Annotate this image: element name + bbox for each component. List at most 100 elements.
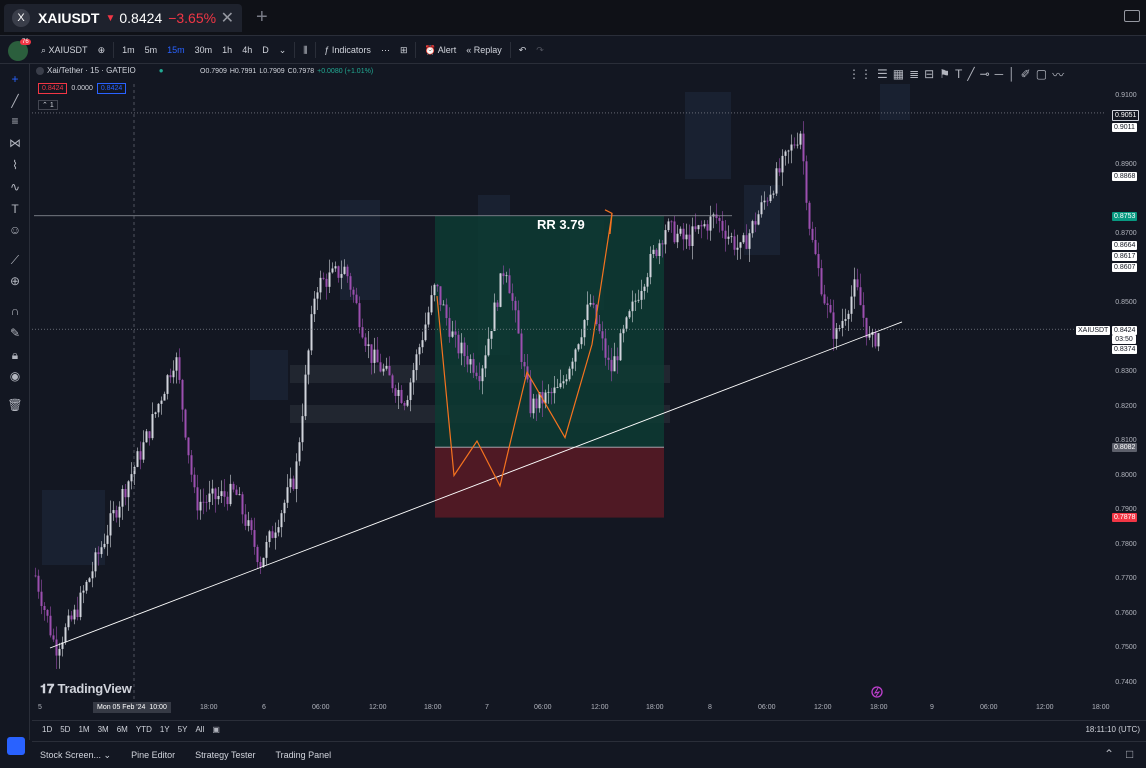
candle-body — [841, 320, 844, 328]
new-tab-icon[interactable]: + — [256, 6, 268, 29]
templates-icon[interactable]: ⋯ — [376, 45, 395, 56]
close-tab-icon[interactable]: ✕ — [221, 8, 234, 28]
range-3m[interactable]: 3M — [98, 725, 109, 734]
range-1d[interactable]: 1D — [42, 725, 52, 734]
interval-5m[interactable]: 5m — [140, 45, 163, 55]
screen-icon[interactable] — [1124, 10, 1140, 22]
range-ytd[interactable]: YTD — [136, 725, 152, 734]
symbol-tab[interactable]: X XAIUSDT ▼ 0.8424 −3.65% ✕ — [4, 4, 242, 32]
trend-line-icon[interactable]: ╱ — [7, 94, 23, 108]
tv-logo-icon: 𝟏𝟕 — [40, 681, 58, 696]
fib-icon[interactable]: ≡ — [7, 114, 23, 128]
object-tree-button[interactable] — [7, 737, 25, 755]
range-5y[interactable]: 5Y — [178, 725, 188, 734]
alert-button[interactable]: ⏰ Alert — [419, 45, 461, 56]
interval-4h[interactable]: 4h — [237, 45, 257, 55]
price-tick-label: 0.9100 — [1115, 92, 1137, 99]
down-arrow-icon: ▼ — [105, 12, 116, 24]
horizontal-lines-icon[interactable]: ☰ — [877, 67, 888, 81]
candle-body — [850, 296, 853, 314]
tab-strategy-tester[interactable]: Strategy Tester — [195, 750, 255, 760]
candle-body — [817, 254, 820, 269]
candle-body — [769, 194, 772, 202]
clock[interactable]: 18:11:10 (UTC) — [1085, 725, 1140, 734]
candle-body — [40, 591, 43, 607]
maximize-icon[interactable]: □ — [1126, 747, 1133, 761]
undo-icon[interactable]: ↶ — [514, 45, 532, 56]
price-tick-label: 0.8000 — [1115, 471, 1137, 479]
tab-stock-screener[interactable]: Stock Screen... ⌄ — [40, 750, 111, 761]
time-axis[interactable]: 5 18:00 6 06:00 12:00 18:00 7 06:00 12:00 18:00 8 0… — [32, 700, 1110, 718]
candle-body — [445, 304, 448, 319]
candle-body — [574, 349, 577, 362]
range-1y[interactable]: 1Y — [160, 725, 170, 734]
list-icon[interactable]: ≣ — [909, 67, 919, 81]
rr-annotation[interactable]: RR 3.79 — [537, 217, 585, 232]
candle-body — [211, 488, 214, 494]
interval-1m[interactable]: 1m — [117, 45, 140, 55]
redo-icon[interactable]: ↷ — [531, 45, 549, 56]
horizontal-line-icon[interactable]: ─ — [995, 67, 1004, 81]
rectangle-icon[interactable]: ▢ — [1036, 67, 1047, 81]
interval-1h[interactable]: 1h — [217, 45, 237, 55]
layout-icon[interactable]: ⊞ — [395, 45, 413, 56]
magnet-icon[interactable]: ∩ — [7, 304, 23, 318]
levels-icon[interactable]: ⊟ — [924, 67, 934, 81]
tab-trading-panel[interactable]: Trading Panel — [275, 750, 331, 760]
trash-icon[interactable]: 🗑︎ — [7, 398, 23, 412]
long-position-tool[interactable] — [435, 215, 664, 518]
pencil-lock-icon[interactable]: ✎ — [7, 326, 23, 340]
interval-d[interactable]: D — [257, 45, 274, 55]
zoom-icon[interactable]: ⊕ — [7, 274, 23, 288]
candle-body — [154, 412, 157, 415]
candles-icon[interactable]: ⫼ — [298, 45, 312, 56]
lightning-icon[interactable] — [871, 686, 883, 698]
chevron-down-icon[interactable]: ⌄ — [274, 45, 292, 56]
indicators-button[interactable]: ƒ Indicators — [319, 45, 376, 55]
candle-body — [547, 391, 550, 393]
candle-body — [670, 221, 673, 223]
line-tool-icon[interactable]: ╱ — [967, 67, 974, 81]
flag-icon[interactable]: ⚑ — [939, 67, 950, 81]
candle-body — [268, 531, 271, 542]
path-icon[interactable]: 〰 — [1052, 66, 1064, 83]
crosshair-icon[interactable]: + — [7, 72, 23, 86]
price-tag: 0.8617 — [1112, 252, 1138, 261]
candle-body — [478, 376, 481, 382]
pattern-icon[interactable]: ⋈ — [7, 136, 23, 150]
text-tool-icon[interactable]: T — [955, 67, 962, 81]
range-6m[interactable]: 6M — [117, 725, 128, 734]
candle-body — [94, 552, 97, 572]
range-all[interactable]: All — [195, 725, 204, 734]
horizontal-ray-icon[interactable]: ⊸ — [980, 67, 990, 81]
text-icon[interactable]: T — [7, 202, 23, 216]
lock-icon[interactable]: 🔒︎ — [7, 348, 23, 362]
candle-body — [658, 243, 661, 257]
interval-30m[interactable]: 30m — [190, 45, 218, 55]
compare-icon[interactable]: ⊕ — [93, 45, 111, 56]
drag-handle-icon[interactable]: ⋮⋮ — [848, 67, 872, 81]
tab-pine-editor[interactable]: Pine Editor — [131, 750, 175, 760]
price-chart[interactable]: RR 3.79 — [32, 84, 1106, 700]
vertical-line-icon[interactable]: │ — [1008, 67, 1016, 81]
replay-button[interactable]: « Replay — [461, 45, 507, 55]
brush-icon[interactable]: ∿ — [7, 180, 23, 194]
legend-title[interactable]: Xai/Tether · 15 · GATEIO — [47, 66, 136, 75]
symbol-search-button[interactable]: ⌕ XAIUSDT — [36, 45, 93, 56]
emoji-icon[interactable]: ☺ — [7, 223, 23, 237]
ruler-icon[interactable]: ⟋ — [7, 253, 23, 267]
brush-tool-icon[interactable]: ✐ — [1021, 67, 1031, 81]
candle-body — [253, 530, 256, 547]
price-tag: 0.8082 — [1112, 443, 1138, 452]
prediction-icon[interactable]: ⌇ — [7, 158, 23, 172]
range-5d[interactable]: 5D — [60, 725, 70, 734]
grid-icon[interactable]: ▦ — [893, 67, 904, 81]
candle-body — [409, 382, 412, 401]
eye-icon[interactable]: ◉ — [7, 369, 23, 383]
chevron-up-icon[interactable]: ⌃ — [1104, 747, 1114, 761]
candle-body — [100, 547, 103, 555]
date-range-icon[interactable]: ▣ — [212, 725, 220, 734]
range-1m[interactable]: 1M — [78, 725, 89, 734]
interval-15m[interactable]: 15m — [162, 45, 190, 55]
candle-body — [721, 220, 724, 231]
